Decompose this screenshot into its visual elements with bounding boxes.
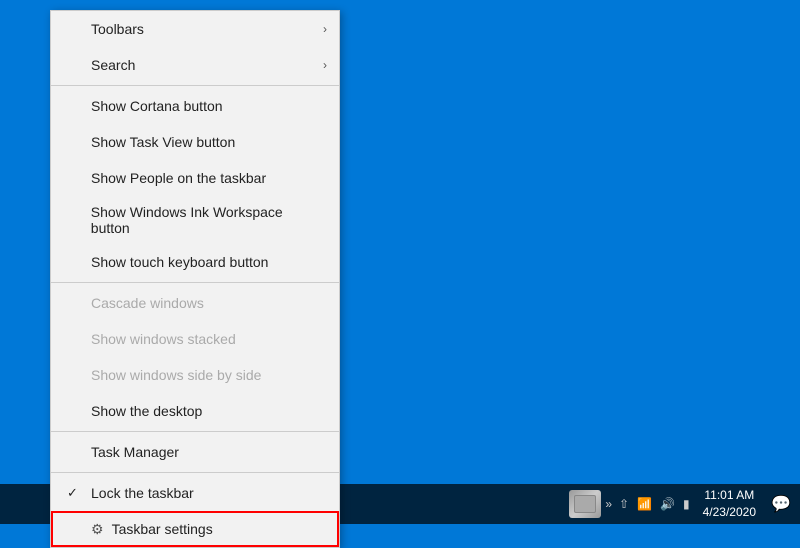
menu-label-toolbars: Toolbars: [91, 21, 144, 37]
notification-icon: 💬: [771, 494, 791, 514]
gear-icon: ⚙: [91, 521, 104, 538]
system-tray-icons: ⇧ 📶 🔊 ▮: [616, 495, 693, 513]
battery-icon[interactable]: ▮: [680, 495, 693, 513]
menu-item-toolbars[interactable]: Toolbars ›: [51, 11, 339, 47]
menu-item-show-ink[interactable]: Show Windows Ink Workspace button: [51, 196, 339, 244]
submenu-arrow-toolbars: ›: [323, 22, 327, 36]
date-display: 4/23/2020: [703, 504, 756, 521]
menu-separator: [51, 282, 339, 283]
context-menu: Toolbars › Search › Show Cortana button Show …: [50, 10, 340, 548]
menu-item-lock-taskbar[interactable]: ✓Lock the taskbar: [51, 475, 339, 511]
menu-label-show-people: Show People on the taskbar: [91, 170, 266, 186]
menu-separator: [51, 85, 339, 86]
menu-item-task-manager[interactable]: Task Manager: [51, 434, 339, 470]
menu-label-taskbar-settings: Taskbar settings: [112, 521, 213, 537]
menu-label-show-touch-keyboard: Show touch keyboard button: [91, 254, 268, 270]
menu-separator: [51, 472, 339, 473]
menu-item-show-desktop[interactable]: Show the desktop: [51, 393, 339, 429]
menu-label-show-taskview: Show Task View button: [91, 134, 235, 150]
network-icon[interactable]: ⇧: [616, 495, 632, 513]
menu-item-taskbar-settings[interactable]: ⚙ Taskbar settings: [51, 511, 339, 547]
menu-label-show-side-by-side: Show windows side by side: [91, 367, 261, 383]
taskbar-storage-icon[interactable]: [569, 490, 601, 518]
taskbar-overflow-button[interactable]: »: [605, 497, 612, 511]
menu-label-show-desktop: Show the desktop: [91, 403, 202, 419]
taskbar-right-section: » ⇧ 📶 🔊 ▮ 11:01 AM 4/23/2020 💬: [569, 484, 796, 524]
menu-label-show-cortana: Show Cortana button: [91, 98, 223, 114]
wifi-icon[interactable]: 📶: [634, 495, 655, 513]
menu-label-cascade-windows: Cascade windows: [91, 295, 204, 311]
submenu-arrow-search: ›: [323, 58, 327, 72]
menu-item-show-cortana[interactable]: Show Cortana button: [51, 88, 339, 124]
time-display: 11:01 AM: [704, 487, 754, 504]
menu-item-show-people[interactable]: Show People on the taskbar: [51, 160, 339, 196]
menu-item-show-taskview[interactable]: Show Task View button: [51, 124, 339, 160]
menu-item-show-touch-keyboard[interactable]: Show touch keyboard button: [51, 244, 339, 280]
menu-label-task-manager: Task Manager: [91, 444, 179, 460]
menu-label-show-stacked: Show windows stacked: [91, 331, 236, 347]
datetime-display[interactable]: 11:01 AM 4/23/2020: [697, 487, 762, 521]
menu-item-cascade-windows: Cascade windows: [51, 285, 339, 321]
notification-center-button[interactable]: 💬: [766, 489, 796, 519]
menu-label-show-ink: Show Windows Ink Workspace button: [91, 204, 323, 236]
menu-item-search[interactable]: Search ›: [51, 47, 339, 83]
menu-item-show-side-by-side: Show windows side by side: [51, 357, 339, 393]
menu-item-show-stacked: Show windows stacked: [51, 321, 339, 357]
menu-separator: [51, 431, 339, 432]
volume-icon[interactable]: 🔊: [657, 495, 678, 513]
menu-label-lock-taskbar: Lock the taskbar: [91, 485, 194, 501]
menu-label-search: Search: [91, 57, 135, 73]
checkmark-lock-taskbar: ✓: [67, 485, 87, 501]
